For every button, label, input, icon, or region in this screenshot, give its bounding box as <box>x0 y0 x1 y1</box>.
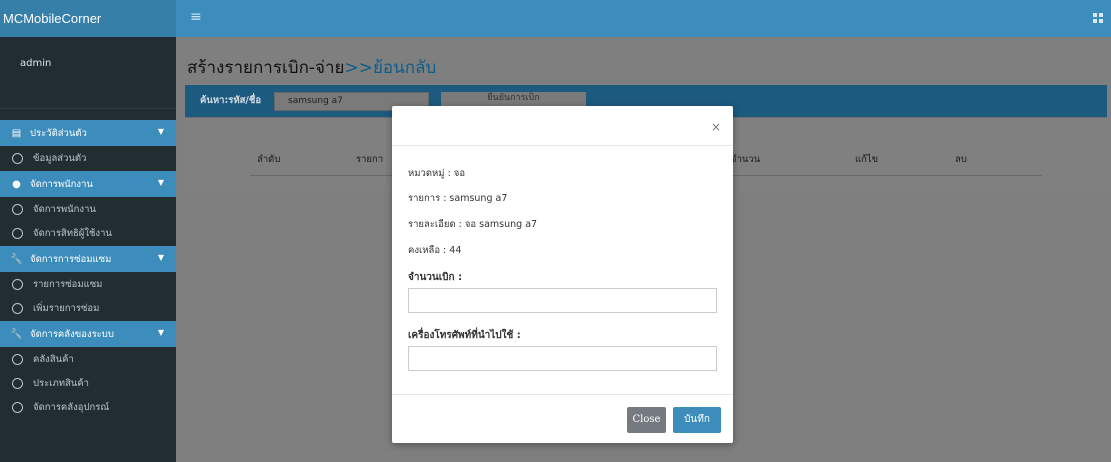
circle-icon <box>12 354 23 365</box>
confirm-withdraw-button[interactable]: ยืนยันการเบิก <box>441 92 586 106</box>
circle-icon <box>12 228 23 239</box>
sidebar-section-label: จัดการพนักงาน <box>30 178 93 190</box>
sidebar-section-employees[interactable]: ● จัดการพนักงาน ▼ <box>0 171 176 197</box>
top-navbar: ≡ <box>176 0 1111 37</box>
id-card-icon: ▤ <box>11 127 22 139</box>
chevron-down-icon: ▼ <box>157 328 164 337</box>
circle-icon <box>12 303 23 314</box>
sidebar-section-profile[interactable]: ▤ ประวัติส่วนตัว ▼ <box>0 120 176 146</box>
sidebar-item-equipment[interactable]: จัดการคลังอุปกรณ์ <box>0 396 176 419</box>
chevron-down-icon: ▼ <box>157 253 164 262</box>
remaining-text: คงเหลือ : 44 <box>408 245 462 256</box>
back-link[interactable]: >>ย้อนกลับ <box>344 58 436 78</box>
qty-input[interactable] <box>408 288 717 313</box>
sidebar-section-label: จัดการคลังของระบบ <box>30 328 114 340</box>
table-header-edit: แก้ไข <box>855 154 879 165</box>
table-header-item: รายการ <box>356 154 384 165</box>
item-text: รายการ : samsung a7 <box>408 193 508 204</box>
search-label: ค้นหา:รหัส/ชื่อ <box>200 95 262 106</box>
circle-icon <box>12 378 23 389</box>
sidebar: MCMobileCorner admin ▤ ประวัติส่วนตัว ▼ … <box>0 0 176 462</box>
modal-header: × <box>392 106 733 146</box>
sidebar-section-label: ประวัติส่วนตัว <box>30 127 87 139</box>
table-header-delete: ลบ <box>955 154 967 165</box>
brand-logo[interactable]: MCMobileCorner <box>0 0 176 37</box>
page-title: สร้างรายการเบิก-จ่าย>>ย้อนกลับ <box>187 54 436 81</box>
user-name: admin <box>20 58 52 69</box>
circle-icon <box>12 402 23 413</box>
close-icon[interactable]: × <box>711 120 721 134</box>
sidebar-section-inventory[interactable]: 🔧 จัดการคลังของระบบ ▼ <box>0 321 176 347</box>
table-header-order: ลำดับ <box>257 154 281 165</box>
table-header-qty: จำนวน <box>731 154 761 165</box>
sidebar-item-label: คลังสินค้า <box>33 354 74 365</box>
user-panel: admin <box>0 37 176 109</box>
apps-grid-icon[interactable] <box>1093 13 1103 23</box>
sidebar-menu: ▤ ประวัติส่วนตัว ▼ ข้อมูลส่วนตัว ● จัดกา… <box>0 120 176 420</box>
sidebar-item-product-types[interactable]: ประเภทสินค้า <box>0 372 176 395</box>
phone-input[interactable] <box>408 346 717 371</box>
wrench-icon: 🔧 <box>10 328 23 340</box>
modal-body: หมวดหมู่ : จอ รายการ : samsung a7 รายละเ… <box>392 146 733 394</box>
modal-footer: Close บันทึก <box>392 394 733 443</box>
sidebar-item-stock[interactable]: คลังสินค้า <box>0 348 176 371</box>
sidebar-section-label: จัดการการซ่อมแซม <box>30 253 112 265</box>
category-text: หมวดหมู่ : จอ <box>408 168 466 179</box>
save-button[interactable]: บันทึก <box>673 407 721 433</box>
sidebar-item-label: จัดการคลังอุปกรณ์ <box>33 402 110 413</box>
sidebar-item-label: เพิ่มรายการซ่อม <box>33 303 100 314</box>
circle-icon <box>12 279 23 290</box>
close-button[interactable]: Close <box>627 407 666 433</box>
sidebar-item-manage-employees[interactable]: จัดการพนักงาน <box>0 198 176 221</box>
chevron-down-icon: ▼ <box>157 127 164 136</box>
detail-text: รายละเอียด : จอ samsung a7 <box>408 219 538 230</box>
sidebar-section-repairs[interactable]: 🔧 จัดการการซ่อมแซม ▼ <box>0 246 176 272</box>
sidebar-item-user-permissions[interactable]: จัดการสิทธิผู้ใช้งาน <box>0 222 176 245</box>
menu-toggle-icon[interactable]: ≡ <box>190 9 202 25</box>
sidebar-item-label: ข้อมูลส่วนตัว <box>33 153 87 164</box>
phone-label: เครื่องโทรศัพท์ที่นำไปใช้ : <box>408 330 521 341</box>
sidebar-item-repair-list[interactable]: รายการซ่อมแซม <box>0 273 176 296</box>
withdraw-modal: × หมวดหมู่ : จอ รายการ : samsung a7 รายล… <box>392 106 733 443</box>
chevron-down-icon: ▼ <box>157 178 164 187</box>
page-title-text: สร้างรายการเบิก-จ่าย <box>187 58 345 78</box>
sidebar-item-label: จัดการพนักงาน <box>33 204 96 215</box>
wrench-icon: 🔧 <box>10 253 23 265</box>
circle-icon <box>12 153 23 164</box>
sidebar-item-label: จัดการสิทธิผู้ใช้งาน <box>33 228 112 239</box>
circle-icon <box>12 204 23 215</box>
qty-label: จำนวนเบิก : <box>408 272 463 283</box>
sidebar-item-label: ประเภทสินค้า <box>33 378 89 389</box>
users-icon: ● <box>12 178 21 190</box>
sidebar-item-profile-info[interactable]: ข้อมูลส่วนตัว <box>0 147 176 170</box>
sidebar-item-add-repair[interactable]: เพิ่มรายการซ่อม <box>0 297 176 320</box>
sidebar-item-label: รายการซ่อมแซม <box>33 279 103 290</box>
